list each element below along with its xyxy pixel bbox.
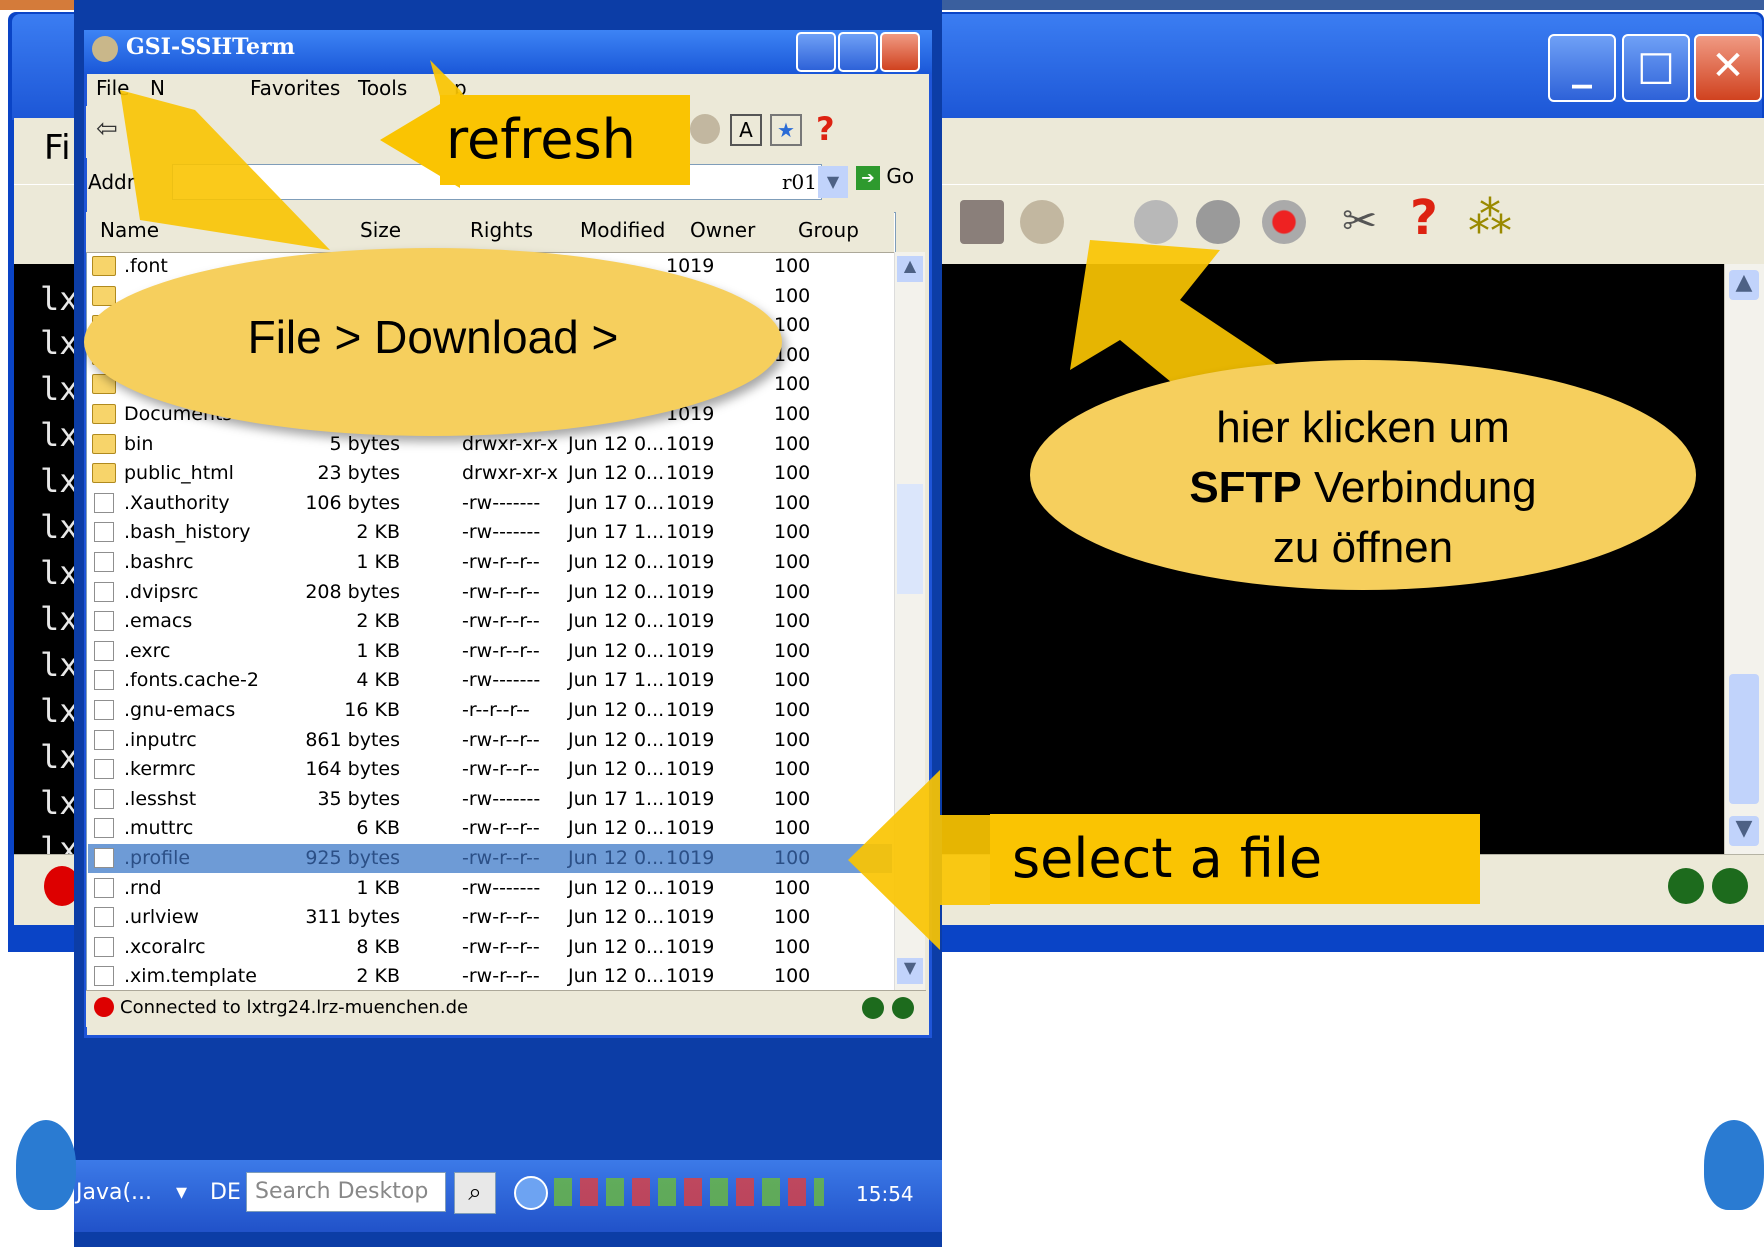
sftp-instruction-line3: zu öffnen bbox=[1272, 523, 1454, 572]
sftp-instruction-bold: SFTP bbox=[1189, 463, 1302, 512]
annotation-arrows bbox=[120, 60, 1360, 950]
sftp-instruction-line1: hier klicken um bbox=[1216, 403, 1510, 452]
refresh-callout-text: refresh bbox=[446, 108, 636, 171]
download-ellipse: File > Download > bbox=[84, 248, 782, 436]
file-arrow-shaft bbox=[120, 90, 330, 250]
download-instruction: File > Download > bbox=[247, 311, 619, 363]
select-callout-text: select a file bbox=[1012, 827, 1323, 890]
sftp-instruction-line2: Verbindung bbox=[1301, 463, 1537, 512]
refresh-callout: refresh bbox=[440, 95, 690, 185]
select-arrow bbox=[848, 770, 990, 950]
sftp-ellipse: hier klicken um SFTP Verbindung zu öffne… bbox=[1030, 360, 1696, 590]
select-callout: select a file bbox=[990, 814, 1480, 904]
